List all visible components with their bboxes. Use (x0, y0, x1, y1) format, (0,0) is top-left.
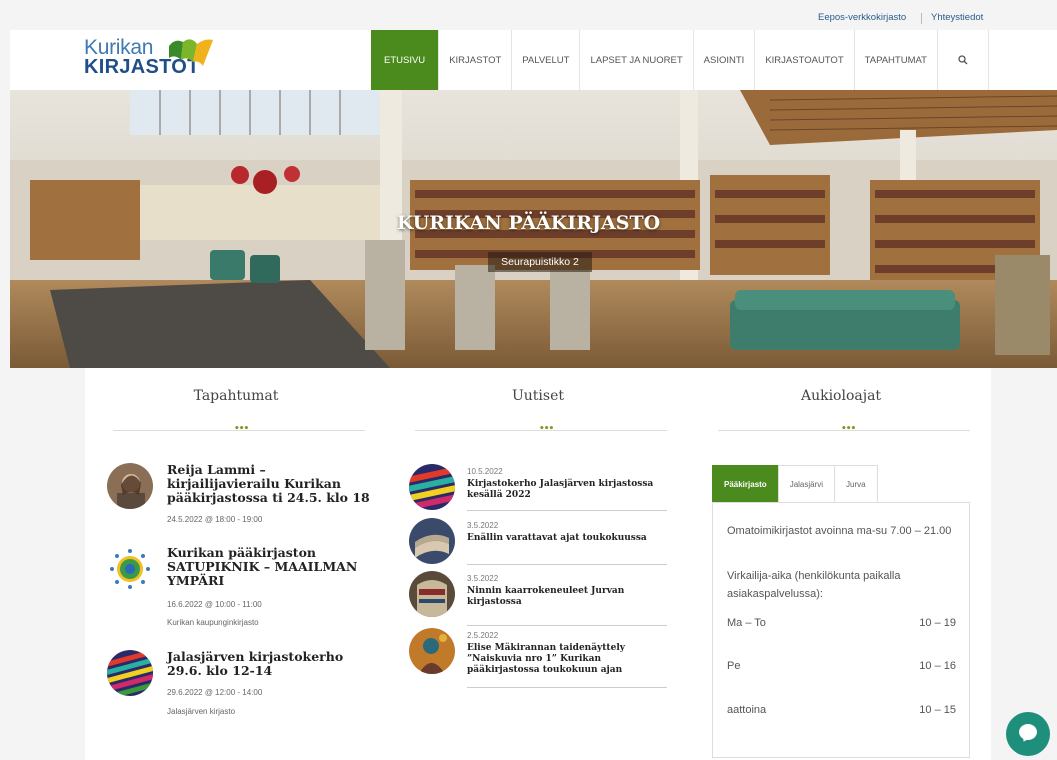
contact-link[interactable]: Yhteystiedot (931, 12, 983, 23)
event-location: Kurikan kaupunginkirjasto (167, 618, 259, 627)
news-date: 10.5.2022 (467, 467, 503, 476)
event-title[interactable]: Kurikan pääkirjaston SATUPIKNIK – MAAILM… (167, 546, 382, 588)
nav-kirjastot[interactable]: KIRJASTOT (438, 30, 511, 90)
utility-bar: Eepos-verkkokirjasto Yhteystiedot (0, 10, 1057, 28)
hours-heading: Aukioloajat (800, 388, 882, 404)
nav-asiointi[interactable]: ASIOINTI (692, 30, 755, 90)
tab-jurva[interactable]: Jurva (834, 465, 878, 502)
eepos-link[interactable]: Eepos-verkkokirjasto (818, 12, 906, 23)
hero-title: KURIKAN PÄÄKIRJASTO (396, 212, 661, 234)
self-service-hours: Omatoimikirjastot avoinna ma-su 7.00 – 2… (727, 525, 952, 537)
news-title[interactable]: Ninnin kaarrokeneuleet Jurvan kirjastoss… (467, 586, 667, 608)
nav-tapahtumat[interactable]: TAPAHTUMAT (853, 30, 937, 90)
tab-paakirjasto[interactable]: Pääkirjasto (712, 465, 779, 502)
news-underline (467, 564, 667, 565)
site-logo[interactable]: Kurikan KIRJASTOT (84, 36, 224, 82)
news-date: 3.5.2022 (467, 574, 499, 583)
events-dots: ••• (234, 424, 249, 434)
hours-day: aattoina (727, 704, 767, 716)
nav-lapset-ja-nuoret[interactable]: LAPSET JA NUORET (579, 30, 692, 90)
book-leaf-logo-icon (169, 39, 213, 66)
hours-panel: Omatoimikirjastot avoinna ma-su 7.00 – 2… (712, 502, 970, 758)
striped-fabric-image (409, 464, 455, 510)
main-nav: ETUSIVU KIRJASTOT PALVELUT LAPSET JA NUO… (371, 30, 989, 90)
news-underline (467, 510, 667, 511)
news-title[interactable]: Enällin varattavat ajat toukokuussa (467, 533, 667, 544)
news-date: 2.5.2022 (467, 631, 499, 640)
hero-banner: KURIKAN PÄÄKIRJASTO (10, 90, 1057, 368)
news-thumbnail (409, 464, 455, 510)
staffed-hours-note: Virkailija-aika (henkilökunta paikalla a… (727, 570, 901, 600)
event-item[interactable]: Reija Lammi – kirjailijavierailu Kurikan… (107, 463, 377, 524)
event-location: Jalasjärven kirjasto (167, 707, 236, 716)
event-title[interactable]: Reija Lammi – kirjailijavierailu Kurikan… (167, 463, 382, 505)
news-title[interactable]: Kirjastokerho Jalasjärven kirjastossa ke… (467, 479, 667, 501)
nav-kirjastoautot[interactable]: KIRJASTOAUTOT (754, 30, 853, 90)
hours-tabs: Pääkirjasto Jalasjärvi Jurva (712, 465, 878, 502)
striped-fabric-image (107, 650, 153, 696)
event-thumbnail (107, 650, 153, 696)
news-thumbnail (409, 571, 455, 617)
event-item[interactable]: Jalasjärven kirjastokerho 29.6. klo 12-1… (107, 650, 377, 720)
knitted-sweater-image (409, 571, 455, 617)
news-underline (467, 625, 667, 626)
utility-separator (921, 13, 922, 24)
hours-time: 10 – 19 (919, 617, 956, 629)
nav-search-button[interactable] (936, 30, 989, 90)
news-item[interactable]: 10.5.2022 Kirjastokerho Jalasjärven kirj… (409, 464, 667, 512)
nav-palvelut[interactable]: PALVELUT (511, 30, 579, 90)
tab-jalasjarvi[interactable]: Jalasjärvi (777, 465, 836, 502)
chat-button[interactable] (1006, 712, 1050, 756)
news-date: 3.5.2022 (467, 521, 499, 530)
hero-subtitle: Seurapuistikko 2 (488, 252, 592, 272)
news-underline (467, 687, 667, 688)
hours-time: 10 – 16 (919, 660, 956, 672)
page: Eepos-verkkokirjasto Yhteystiedot Kurika… (0, 0, 1057, 760)
news-thumbnail (409, 518, 455, 564)
hours-day: Pe (727, 660, 741, 672)
event-thumbnail (107, 546, 153, 592)
book-pages-image (409, 518, 455, 564)
news-dots: ••• (539, 424, 554, 434)
news-item[interactable]: 2.5.2022 Elise Mäkirannan taidenäyttely … (409, 628, 667, 690)
nav-etusivu[interactable]: ETUSIVU (371, 30, 439, 90)
event-time: 29.6.2022 @ 12:00 - 14:00 (167, 688, 263, 697)
event-item[interactable]: Kurikan pääkirjaston SATUPIKNIK – MAAILM… (107, 546, 377, 627)
globe-children-image (107, 546, 153, 592)
news-thumbnail (409, 628, 455, 674)
event-thumbnail (107, 463, 153, 509)
site-header: Kurikan KIRJASTOT ETUSIVU KIRJASTOT PALV… (10, 30, 1057, 90)
author-portrait-image (107, 463, 153, 509)
painting-image (409, 628, 455, 674)
event-title[interactable]: Jalasjärven kirjastokerho 29.6. klo 12-1… (167, 650, 382, 678)
news-title[interactable]: Elise Mäkirannan taidenäyttely ”Naiskuvi… (467, 643, 667, 676)
hours-time: 10 – 15 (919, 704, 956, 716)
news-heading: Uutiset (511, 388, 564, 404)
search-icon (958, 55, 968, 65)
news-item[interactable]: 3.5.2022 Ninnin kaarrokeneuleet Jurvan k… (409, 571, 667, 626)
events-heading: Tapahtumat (193, 388, 279, 404)
hours-dots: ••• (841, 424, 856, 434)
news-item[interactable]: 3.5.2022 Enällin varattavat ajat toukoku… (409, 518, 667, 566)
event-time: 16.6.2022 @ 10:00 - 11:00 (167, 600, 262, 609)
event-time: 24.5.2022 @ 18:00 - 19:00 (167, 515, 263, 524)
hours-day: Ma – To (727, 617, 766, 629)
